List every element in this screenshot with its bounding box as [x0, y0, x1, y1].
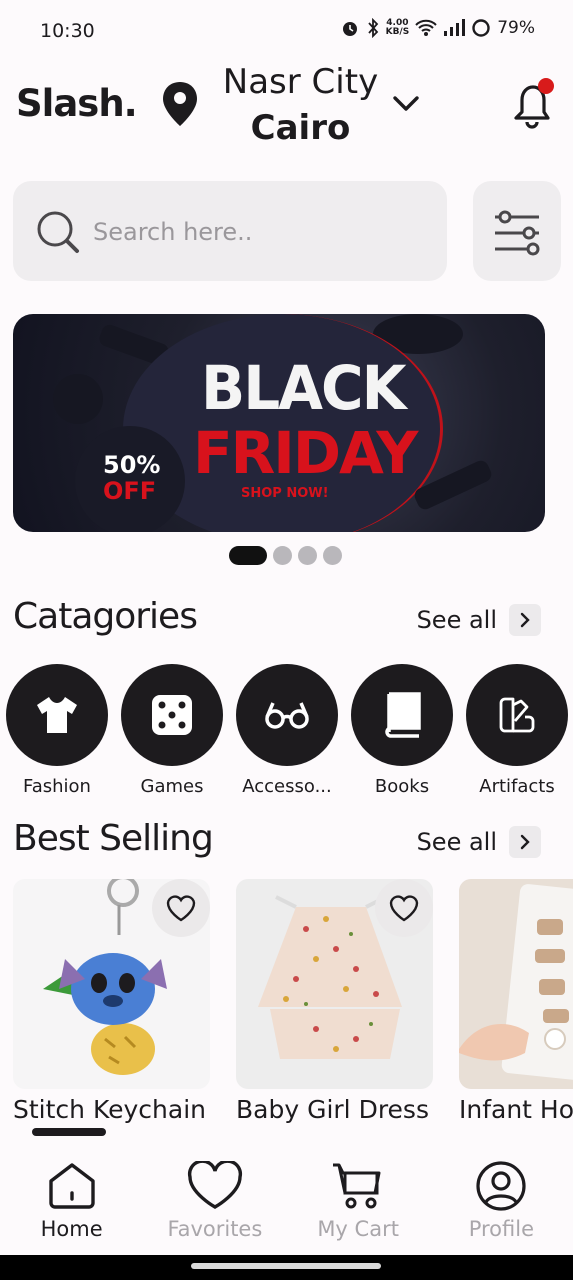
product-image: [13, 879, 210, 1089]
see-all-label: See all: [416, 828, 497, 856]
discount-value: 50%: [103, 451, 161, 479]
category-label: Accesso...: [242, 776, 332, 797]
category-label: Artifacts: [479, 776, 555, 797]
product-name: Baby Girl Dress: [236, 1095, 429, 1124]
category-artifacts[interactable]: Artifacts: [466, 664, 568, 797]
best-selling-see-all[interactable]: See all: [417, 826, 541, 858]
banner-headline-1: BLACK: [201, 352, 407, 424]
category-books[interactable]: Books: [351, 664, 453, 797]
category-list: Fashion Games Accesso... Books Artifacts: [6, 664, 568, 797]
product-image: [236, 879, 433, 1089]
notification-bell-icon[interactable]: [510, 78, 556, 130]
alarm-icon: [342, 22, 357, 36]
profile-icon: [476, 1161, 526, 1211]
categories-see-all[interactable]: See all: [417, 604, 541, 636]
network-speed: 4.00 KB/S: [385, 18, 410, 37]
best-selling-title: Best Selling: [13, 818, 214, 859]
nav-favorites[interactable]: Favorites: [143, 1143, 286, 1255]
discount-suffix: OFF: [103, 477, 157, 505]
product-image: [459, 879, 573, 1089]
search-input[interactable]: [93, 211, 423, 253]
category-label: Fashion: [23, 776, 91, 797]
categories-title: Catagories: [13, 596, 198, 637]
nav-label: My Cart: [317, 1217, 399, 1241]
heart-icon: [166, 895, 196, 922]
battery-level: 79%: [497, 18, 535, 38]
cart-icon: [333, 1163, 381, 1209]
product-card[interactable]: Infant Ho: [459, 879, 573, 1124]
banner-headline-2: FRIDAY: [193, 419, 418, 487]
home-indicator[interactable]: [191, 1263, 381, 1269]
nav-cart[interactable]: My Cart: [287, 1143, 430, 1255]
nav-profile[interactable]: Profile: [430, 1143, 573, 1255]
product-card[interactable]: Baby Girl Dress: [236, 879, 433, 1124]
product-name: Stitch Keychain: [13, 1095, 206, 1124]
battery-icon: [472, 19, 490, 37]
wifi-icon: [415, 19, 437, 36]
tshirt-icon: [6, 664, 108, 766]
carousel-dot[interactable]: [229, 546, 267, 565]
category-label: Games: [140, 776, 204, 797]
dice-icon: [121, 664, 223, 766]
home-icon: [48, 1163, 95, 1209]
carousel-indicator: [229, 546, 342, 565]
signal-icon: [444, 19, 466, 36]
favorite-button[interactable]: [152, 879, 210, 937]
category-games[interactable]: Games: [121, 664, 223, 797]
carousel-dot[interactable]: [273, 546, 292, 565]
favorite-button[interactable]: [375, 879, 433, 937]
bluetooth-icon: [367, 18, 378, 38]
hair-clips-image: [459, 884, 573, 1080]
book-icon: [351, 664, 453, 766]
notification-dot: [538, 78, 554, 94]
chevron-down-icon[interactable]: [390, 88, 422, 120]
search-bar[interactable]: [13, 181, 447, 281]
bottom-navigation: Home Favorites My Cart Profile: [0, 1143, 573, 1255]
nav-label: Favorites: [167, 1217, 263, 1241]
status-time: 10:30: [40, 20, 95, 42]
sliders-icon: [495, 210, 540, 256]
nav-label: Home: [40, 1217, 103, 1241]
banner-decoration: [53, 374, 103, 424]
heart-icon: [187, 1159, 242, 1209]
chevron-right-icon: [509, 826, 541, 858]
art-icon: [466, 664, 568, 766]
location-city: Cairo: [250, 108, 351, 148]
category-label: Books: [374, 776, 430, 797]
best-selling-list: Stitch Keychain Baby Girl Dress Infant H…: [13, 879, 573, 1129]
chevron-right-icon: [509, 604, 541, 636]
banner-cta: SHOP NOW!: [241, 486, 329, 501]
horizontal-scroll-indicator: [32, 1128, 106, 1136]
heart-icon: [389, 895, 419, 922]
carousel-dot[interactable]: [298, 546, 317, 565]
app-logo: Slash.: [16, 82, 138, 125]
category-accessories[interactable]: Accesso...: [236, 664, 338, 797]
promo-banner[interactable]: 50% OFF BLACK FRIDAY SHOP NOW!: [13, 314, 545, 532]
search-icon: [37, 211, 79, 253]
nav-home[interactable]: Home: [0, 1143, 143, 1255]
see-all-label: See all: [416, 606, 497, 634]
category-fashion[interactable]: Fashion: [6, 664, 108, 797]
product-card[interactable]: Stitch Keychain: [13, 879, 210, 1124]
glasses-icon: [236, 664, 338, 766]
product-name: Infant Ho: [459, 1095, 573, 1124]
status-bar: 10:30 4.00 KB/S 79%: [0, 0, 573, 64]
carousel-dot[interactable]: [323, 546, 342, 565]
location-area: Nasr City: [222, 62, 379, 102]
nav-label: Profile: [468, 1217, 535, 1241]
status-icons: 4.00 KB/S 79%: [340, 18, 535, 38]
location-pin-icon[interactable]: [160, 80, 200, 128]
location-selector[interactable]: Nasr City Cairo: [218, 60, 383, 152]
filter-button[interactable]: [473, 181, 561, 281]
gesture-bar: [0, 1255, 573, 1280]
